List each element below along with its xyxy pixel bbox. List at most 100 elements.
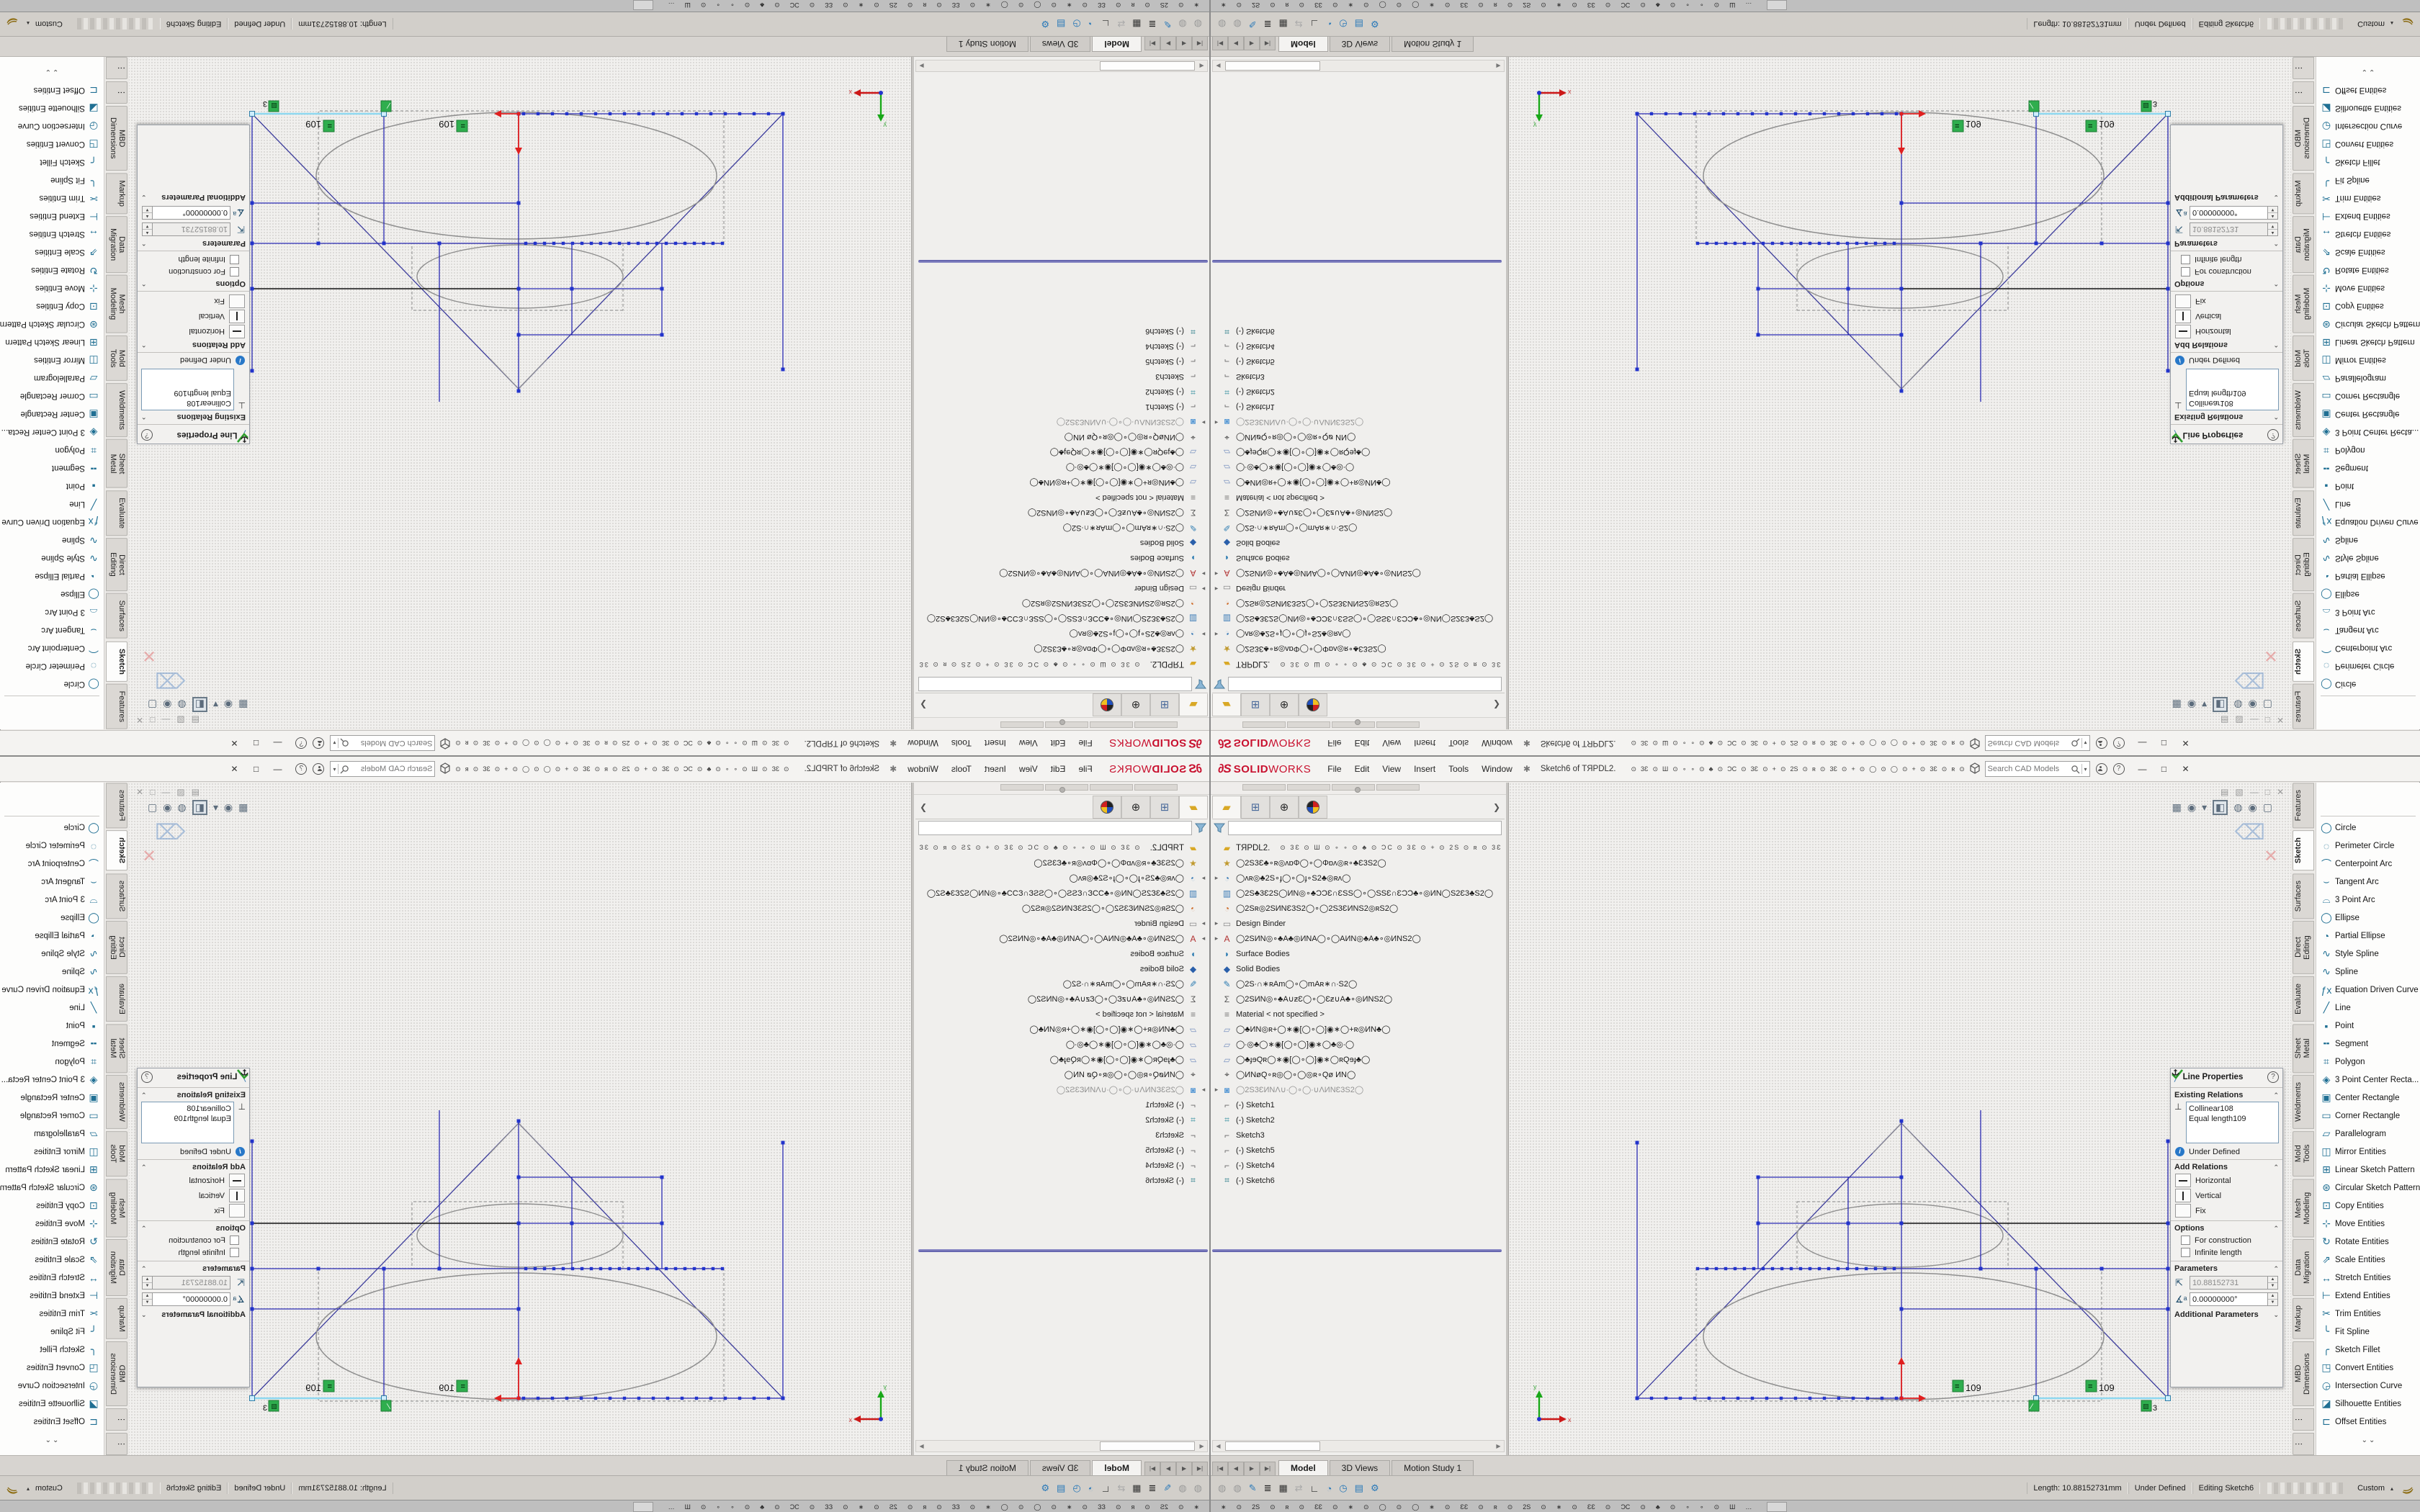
qat-icon[interactable]: ʀ [1951, 765, 1955, 773]
restore-button[interactable]: □ [2154, 738, 2175, 748]
tree-item[interactable]: ⌖◯ИNøQ∘ʀ◎◯∘◯◎ʀ∘Qø ИN◯ [1212, 1067, 1505, 1082]
taskbar-icon[interactable]: 2S [1252, 2, 1260, 9]
tree-expand-arrow[interactable]: ▸ [1199, 585, 1208, 593]
taskbar-icon[interactable]: … [1745, 2, 1752, 9]
status-icon[interactable]: ⚙ [1371, 18, 1379, 30]
tool-circle[interactable]: ◯Circle [0, 675, 102, 693]
cm-tab-direct-editing[interactable]: Direct Editing [2293, 538, 2314, 591]
mdi-control-icon[interactable]: — [2250, 715, 2259, 725]
qat-icon[interactable]: 3Ɛ [662, 765, 669, 773]
relation-badge-equal-1[interactable]: = 109 [439, 119, 467, 132]
headsup-icon[interactable]: ◉ [224, 698, 233, 711]
os-taskbar[interactable]: ∗⊙2S⊙ʀ⊙ƐƐ⊙∗⊙◯⊙◯∗⊙ƐƐ⊙ʀ⊙2S⊙∗⊙ƐƐ⊙ƆC⊙♣⊙∘∘⊙Ш… [1211, 0, 2420, 12]
minimize-button[interactable]: — [2132, 764, 2154, 774]
tree-expand-arrow[interactable]: ▸ [1212, 585, 1221, 593]
qat-icon[interactable]: ʀ [604, 739, 608, 747]
tree-item[interactable]: ▸◙◯2S3ƐИNΛ∪∙◯∘◯∙∪ΛИNƐ3S2◯ [1212, 1082, 1505, 1097]
help-icon[interactable]: ? [296, 737, 308, 749]
relation-entry[interactable]: Collinear108 [144, 1104, 231, 1114]
qat-icon[interactable]: ⊙ [573, 739, 579, 747]
tool-copy-entities[interactable]: ⊡Copy Entities [2318, 1197, 2420, 1215]
menu-window[interactable]: Window [1475, 762, 1519, 776]
taskbar-icon[interactable]: ⊙ [843, 2, 848, 9]
tool-offset-entities[interactable]: ⊏Offset Entities [0, 81, 102, 99]
tree-item[interactable]: ▱◯♣ИN◎ʀ+◯∗◉[◯∘◯]◉∗◯+ʀ◎ИN♣◯ [1212, 1022, 1505, 1037]
taskbar-icon[interactable]: ⊙ [1714, 1503, 1720, 1511]
scroll-right-arrow[interactable]: ▶ [1493, 63, 1504, 69]
qat-icon[interactable]: ⊙ [697, 765, 703, 773]
relation-badge-collinear[interactable]: ▨ 3 [2141, 1400, 2157, 1413]
section-existing-relations[interactable]: Existing Relations⌃ [2171, 411, 2282, 424]
qat-icon[interactable]: Ш [1662, 765, 1668, 773]
taskbar-icon[interactable]: ⊙ [1018, 2, 1024, 9]
tool-circle[interactable]: ◯Circle [0, 819, 102, 837]
tree-item[interactable]: ▸▭Design Binder [1212, 581, 1505, 596]
cm-tab-direct-editing[interactable]: Direct Editing [2293, 921, 2314, 974]
tool-line[interactable]: ╱Line [2318, 999, 2420, 1017]
mdi-control-icon[interactable]: ▤ [192, 787, 200, 797]
taskbar-icon[interactable]: ⊙ [1572, 1503, 1577, 1511]
section-additional-parameters[interactable]: Additional Parameters⌄ [2171, 1308, 2282, 1320]
status-icon[interactable]: ◷ [1339, 18, 1347, 30]
tool-corner-rectangle[interactable]: ▭Corner Rectangle [0, 1107, 102, 1125]
relation-badge-collinear[interactable]: ▨ 3 [263, 99, 279, 112]
tool-intersection-curve[interactable]: ◶Intersection Curve [0, 1377, 102, 1395]
relation-badge-equal-2[interactable]: = 109 [2086, 119, 2115, 132]
section-options[interactable]: Options⌃ [138, 278, 249, 291]
tree-item[interactable]: ▸A◯2SИN◎∘♣A♣◎ИNA◯∘◯AИN◎♣A♣∘◎ИNS2◯ [915, 931, 1208, 946]
cm-tab-⋮[interactable]: ⋮ [106, 1433, 127, 1455]
tool-corner-rectangle[interactable]: ▭Corner Rectangle [0, 387, 102, 405]
qat-icon[interactable]: + [1773, 739, 1776, 747]
mdi-control-icon[interactable]: ▧ [2235, 715, 2243, 725]
tree-item[interactable]: ▱◯♣ИN◎ʀ+◯∗◉[◯∘◯]◉∗◯+ʀ◎ИN♣◯ [1212, 475, 1505, 490]
search-icon[interactable] [340, 765, 349, 774]
commandmanager-collapsed-strip[interactable] [914, 783, 1209, 795]
cm-tab-mold-tools[interactable]: Mold Tools [106, 336, 127, 381]
close-button[interactable]: ✕ [2175, 738, 2197, 748]
headsup-icon[interactable]: ◉ [2249, 801, 2257, 814]
add-relation-fix[interactable]: Fix [2171, 294, 2282, 309]
taskbar-icon[interactable]: ⊙ [1144, 2, 1150, 9]
qat-icon[interactable]: ⊙ [762, 739, 768, 747]
tool-circular-sketch-pattern[interactable]: ⊛Circular Sketch Pattern [2318, 315, 2420, 333]
tree-item[interactable]: ▸◔◯ʌʀ◎♣2S∘ɟ◯∘◯ɟ∘S2♣◎ʀʌ◯ [1212, 626, 1505, 642]
minimize-button[interactable]: — [2132, 738, 2154, 748]
tree-item[interactable]: ★◯2S3Ɛ♣∘ʀ◎ʌɒΦ◯∘◯Φɒʌ◎ʀ∘♣Ɛ3S2◯ [915, 642, 1208, 657]
status-custom-dropdown[interactable]: Custom▴ [19, 1484, 70, 1493]
status-icon[interactable]: ◷ [1072, 1482, 1080, 1494]
qat-icon[interactable]: ⊙ [715, 765, 721, 773]
qat-icon[interactable]: ⊙ [1842, 765, 1847, 773]
status-icon[interactable]: ≣ [1264, 1482, 1272, 1494]
panel-drag-handle[interactable] [1355, 787, 1361, 793]
confirmation-corner-accept-icon[interactable]: ⌫ [155, 820, 185, 845]
menu-view[interactable]: View [1013, 762, 1044, 776]
tool-point[interactable]: ▪Point [0, 1017, 102, 1035]
tree-expand-arrow[interactable]: ▸ [1199, 919, 1208, 927]
tool-linear-sketch-pattern[interactable]: ⊞Linear Sketch Pattern [2318, 333, 2420, 351]
panel-help-icon[interactable]: ? [141, 429, 153, 441]
headsup-icon[interactable]: ▾ [2202, 698, 2207, 711]
qat-icon[interactable]: ʀ [604, 765, 608, 773]
tree-filter-input[interactable] [1228, 677, 1502, 691]
menu-tools[interactable]: Tools [1442, 762, 1475, 776]
option-infinite-length[interactable]: Infinite length [2171, 253, 2282, 266]
tool-3-point-center-recta-[interactable]: ◈3 Point Center Recta... [0, 1071, 102, 1089]
status-icon[interactable]: ≣ [1149, 1482, 1157, 1494]
tool-stretch-entities[interactable]: ↔Stretch Entities [2318, 1269, 2420, 1287]
qat-icon[interactable]: 2S [1790, 739, 1798, 747]
angle-spinner[interactable]: ▲▼ [142, 206, 152, 220]
cm-tab-sheet-metal[interactable]: Sheet Metal [106, 1024, 127, 1073]
pin-icon[interactable]: ✱ [889, 764, 897, 774]
checkbox-icon[interactable] [2181, 267, 2190, 276]
tab-nav-button[interactable]: ▶| [1260, 36, 1276, 50]
taskbar-icon[interactable]: ⊙ [1640, 1503, 1646, 1511]
status-custom-dropdown[interactable]: Custom▴ [2350, 1484, 2401, 1493]
qat-icon[interactable]: ⊙ [697, 739, 703, 747]
tree-item[interactable]: ⌗(-) Sketch6 [915, 1173, 1208, 1188]
taskbar-icon[interactable]: ƆC [790, 2, 799, 9]
search-icon[interactable] [340, 739, 349, 748]
restore-button[interactable]: □ [2154, 764, 2175, 774]
tool-silhouette-entities[interactable]: ◪Silhouette Entities [0, 1395, 102, 1413]
qat-icon[interactable]: ⊙ [762, 765, 768, 773]
qat-icon[interactable]: ⊙ [1672, 765, 1678, 773]
